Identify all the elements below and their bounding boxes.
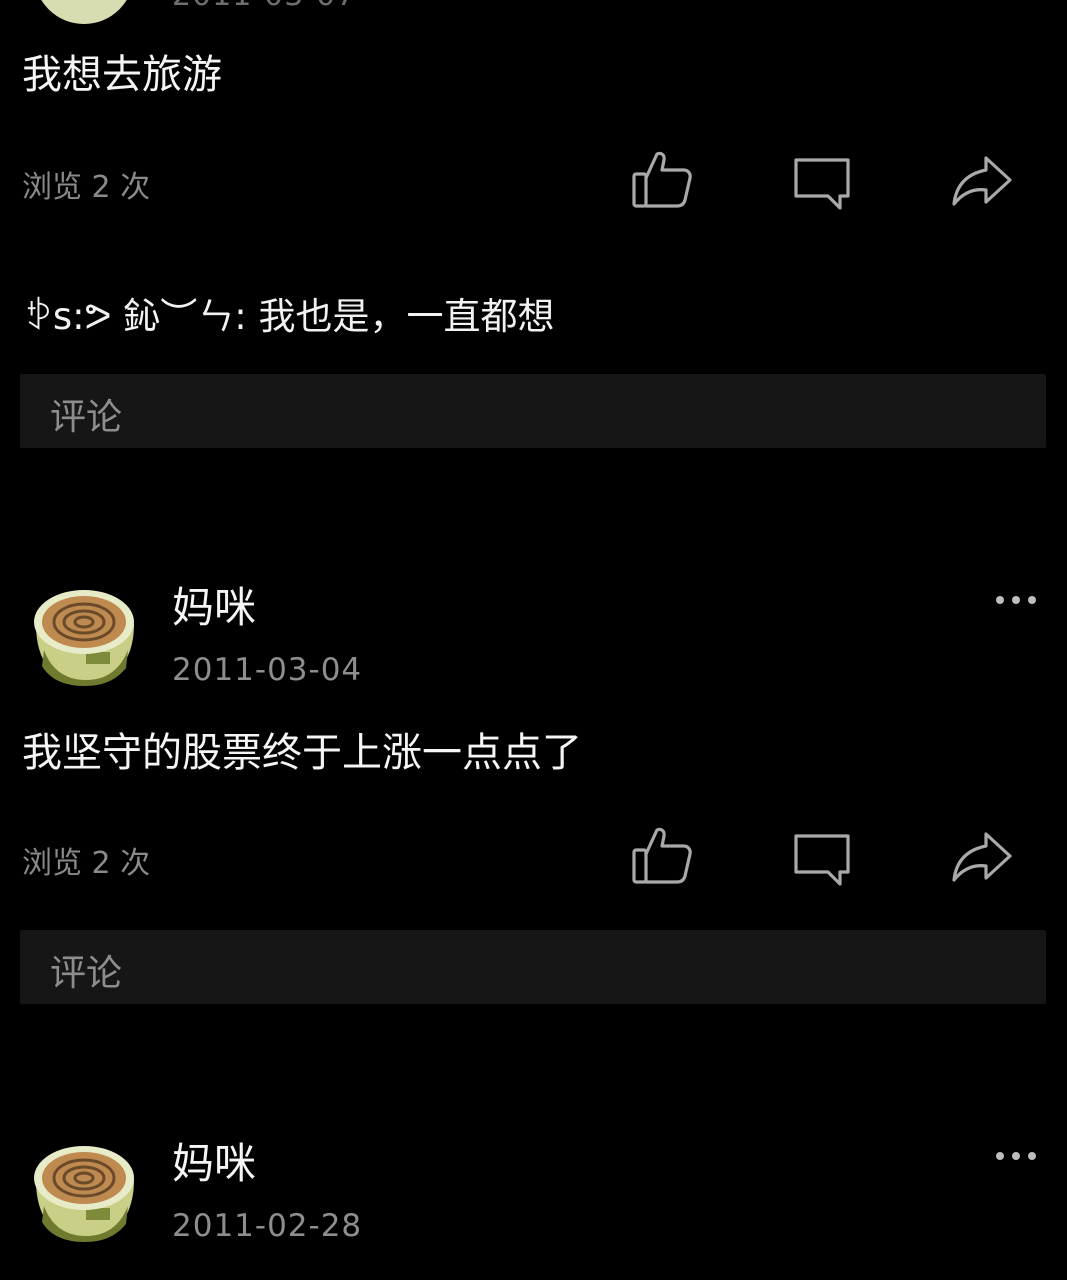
avatar[interactable]: [30, 580, 138, 688]
author-name[interactable]: 妈咪: [172, 574, 256, 635]
thumbs-up-icon: [632, 827, 692, 884]
comment-button[interactable]: [790, 150, 854, 214]
share-icon: [952, 156, 1012, 206]
comment-placeholder: 评论: [50, 397, 123, 438]
avatar[interactable]: [30, 0, 138, 28]
more-icon[interactable]: [996, 1146, 1040, 1166]
comment-icon: [794, 158, 850, 210]
like-button[interactable]: [630, 824, 694, 888]
view-count: 浏览 2 次: [22, 846, 151, 881]
more-icon[interactable]: [996, 590, 1040, 610]
comment-text: ꉣs:ᕗ 鈊︶ㄣ: 我也是，一直都想: [24, 295, 555, 338]
post-date: 2011-02-28: [172, 1208, 363, 1244]
thumbs-up-icon: [632, 151, 692, 208]
comment-placeholder: 评论: [50, 953, 123, 994]
comment-icon: [794, 834, 850, 886]
coffee-cup-avatar-icon: [34, 590, 134, 686]
comment-button[interactable]: [790, 826, 854, 890]
coffee-cup-avatar-icon: [34, 1146, 134, 1242]
view-count: 浏览 2 次: [22, 170, 151, 205]
share-button[interactable]: [950, 826, 1014, 890]
post-content: 我想去旅游: [22, 52, 222, 98]
like-button[interactable]: [630, 148, 694, 212]
avatar[interactable]: [30, 1136, 138, 1244]
author-name[interactable]: 妈咪: [172, 1130, 256, 1191]
share-button[interactable]: [950, 150, 1014, 214]
post-date: 2011-03-04: [172, 652, 363, 688]
post-content: 我坚守的股票终于上涨一点点了: [22, 730, 582, 776]
comment-input[interactable]: 评论: [20, 930, 1046, 1004]
post-date: 2011-03-07: [172, 0, 356, 13]
comment-input[interactable]: 评论: [20, 374, 1046, 448]
share-icon: [952, 832, 1012, 882]
